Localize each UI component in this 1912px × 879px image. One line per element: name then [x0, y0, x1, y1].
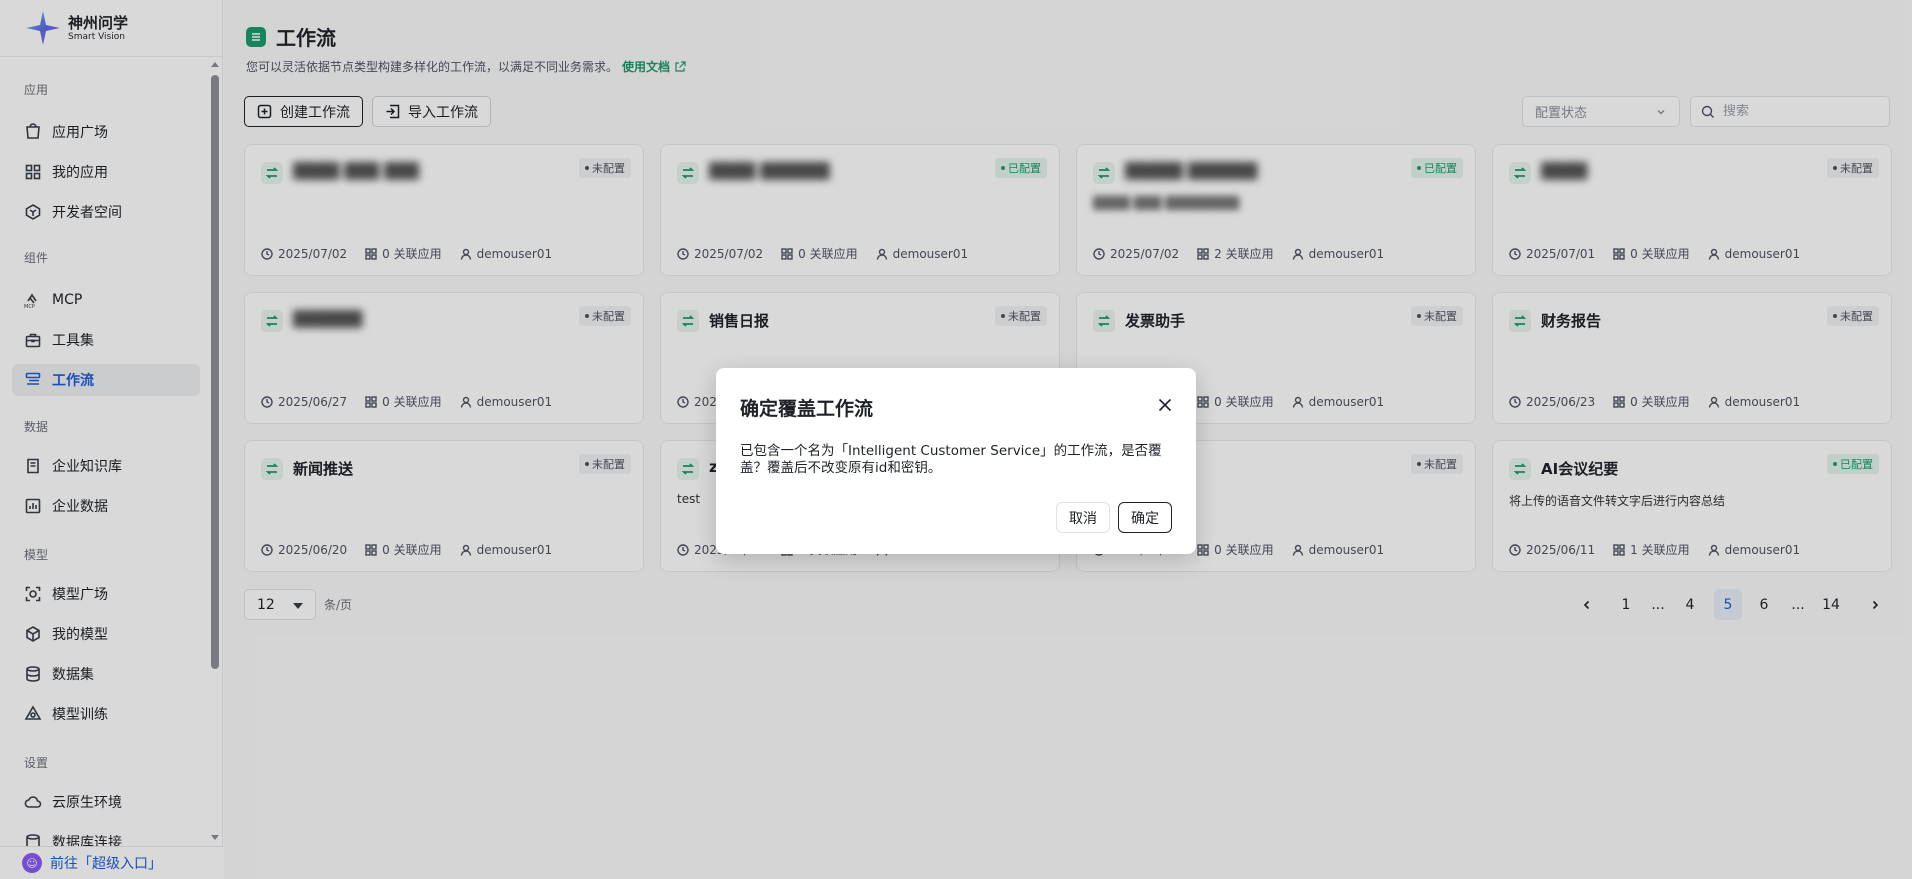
close-icon[interactable]	[1156, 396, 1174, 414]
cancel-button[interactable]: 取消	[1056, 502, 1110, 533]
dialog-title: 确定覆盖工作流	[740, 398, 874, 420]
confirm-button[interactable]: 确定	[1118, 502, 1172, 533]
overwrite-confirm-dialog: 确定覆盖工作流 已包含一个名为「Intelligent Customer Ser…	[716, 368, 1196, 554]
dialog-message: 已包含一个名为「Intelligent Customer Service」的工作…	[740, 443, 1162, 476]
